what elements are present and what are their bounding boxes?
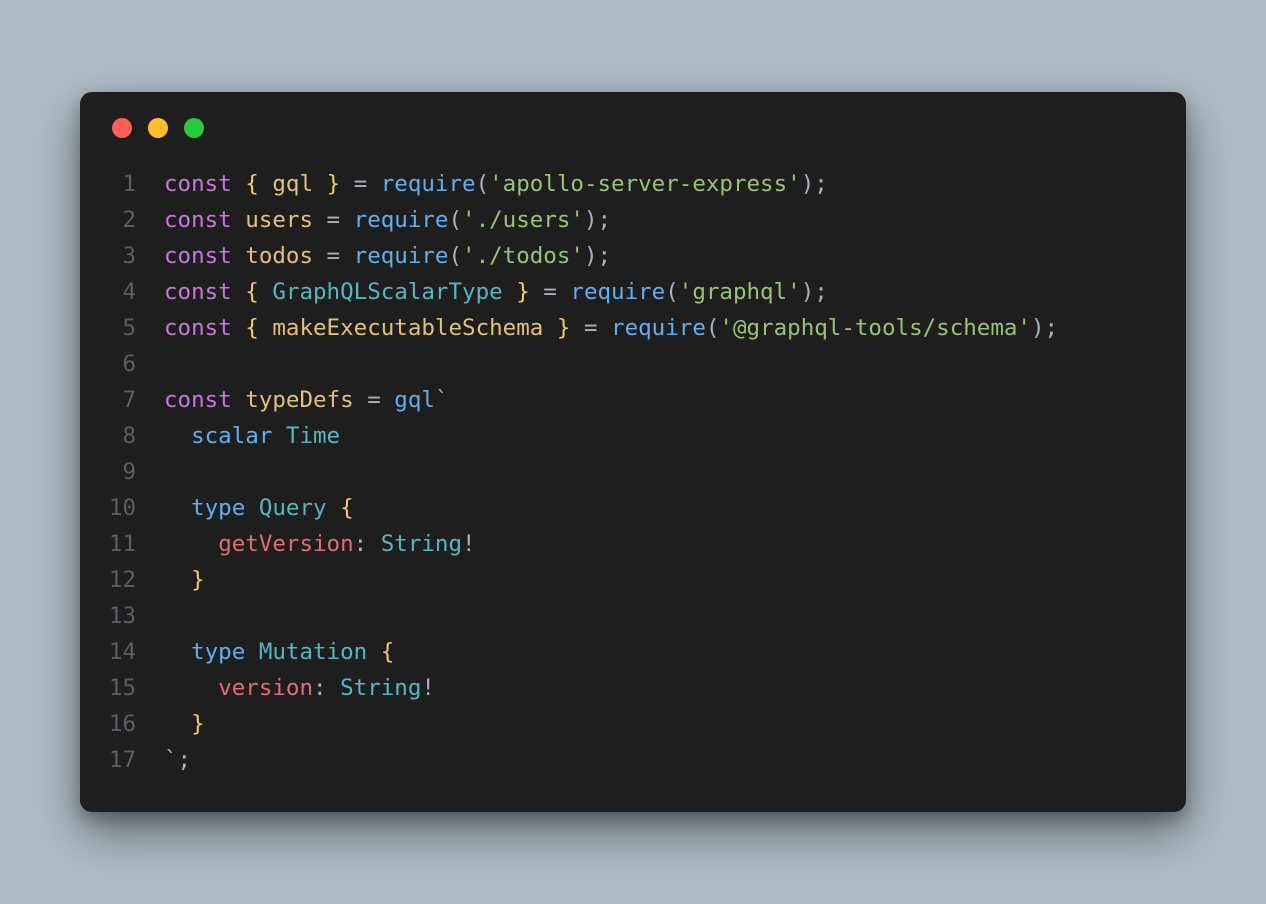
line-number: 10 (108, 490, 164, 526)
line-content: const { gql } = require('apollo-server-e… (164, 166, 1158, 202)
line-number: 12 (108, 562, 164, 598)
line-number: 3 (108, 238, 164, 274)
line-number: 11 (108, 526, 164, 562)
code-line: 5const { makeExecutableSchema } = requir… (108, 310, 1158, 346)
line-number: 5 (108, 310, 164, 346)
code-line: 4const { GraphQLScalarType } = require('… (108, 274, 1158, 310)
line-number: 1 (108, 166, 164, 202)
line-content: const users = require('./users'); (164, 202, 1158, 238)
line-content: type Mutation { (164, 634, 1158, 670)
line-number: 14 (108, 634, 164, 670)
line-number: 2 (108, 202, 164, 238)
code-line: 3const todos = require('./todos'); (108, 238, 1158, 274)
window-controls (112, 118, 1158, 138)
line-content (164, 454, 1158, 490)
code-line: 12 } (108, 562, 1158, 598)
line-number: 9 (108, 454, 164, 490)
code-line: 14 type Mutation { (108, 634, 1158, 670)
code-line: 11 getVersion: String! (108, 526, 1158, 562)
line-number: 8 (108, 418, 164, 454)
code-line: 9 (108, 454, 1158, 490)
line-number: 16 (108, 706, 164, 742)
line-content: scalar Time (164, 418, 1158, 454)
code-line: 8 scalar Time (108, 418, 1158, 454)
line-content: version: String! (164, 670, 1158, 706)
line-number: 15 (108, 670, 164, 706)
line-content: type Query { (164, 490, 1158, 526)
line-number: 4 (108, 274, 164, 310)
line-content: const typeDefs = gql` (164, 382, 1158, 418)
code-line: 10 type Query { (108, 490, 1158, 526)
code-line: 15 version: String! (108, 670, 1158, 706)
code-line: 6 (108, 346, 1158, 382)
line-content: getVersion: String! (164, 526, 1158, 562)
code-line: 17`; (108, 742, 1158, 778)
line-content: } (164, 706, 1158, 742)
line-content: const todos = require('./todos'); (164, 238, 1158, 274)
line-content: `; (164, 742, 1158, 778)
line-content: const { makeExecutableSchema } = require… (164, 310, 1158, 346)
line-number: 13 (108, 598, 164, 634)
code-line: 7const typeDefs = gql` (108, 382, 1158, 418)
line-content: const { GraphQLScalarType } = require('g… (164, 274, 1158, 310)
code-window: 1const { gql } = require('apollo-server-… (80, 92, 1186, 812)
line-number: 17 (108, 742, 164, 778)
line-content (164, 346, 1158, 382)
minimize-icon[interactable] (148, 118, 168, 138)
code-line: 13 (108, 598, 1158, 634)
line-number: 7 (108, 382, 164, 418)
code-line: 1const { gql } = require('apollo-server-… (108, 166, 1158, 202)
zoom-icon[interactable] (184, 118, 204, 138)
code-editor[interactable]: 1const { gql } = require('apollo-server-… (108, 166, 1158, 778)
line-content: } (164, 562, 1158, 598)
close-icon[interactable] (112, 118, 132, 138)
code-line: 16 } (108, 706, 1158, 742)
code-line: 2const users = require('./users'); (108, 202, 1158, 238)
line-content (164, 598, 1158, 634)
line-number: 6 (108, 346, 164, 382)
